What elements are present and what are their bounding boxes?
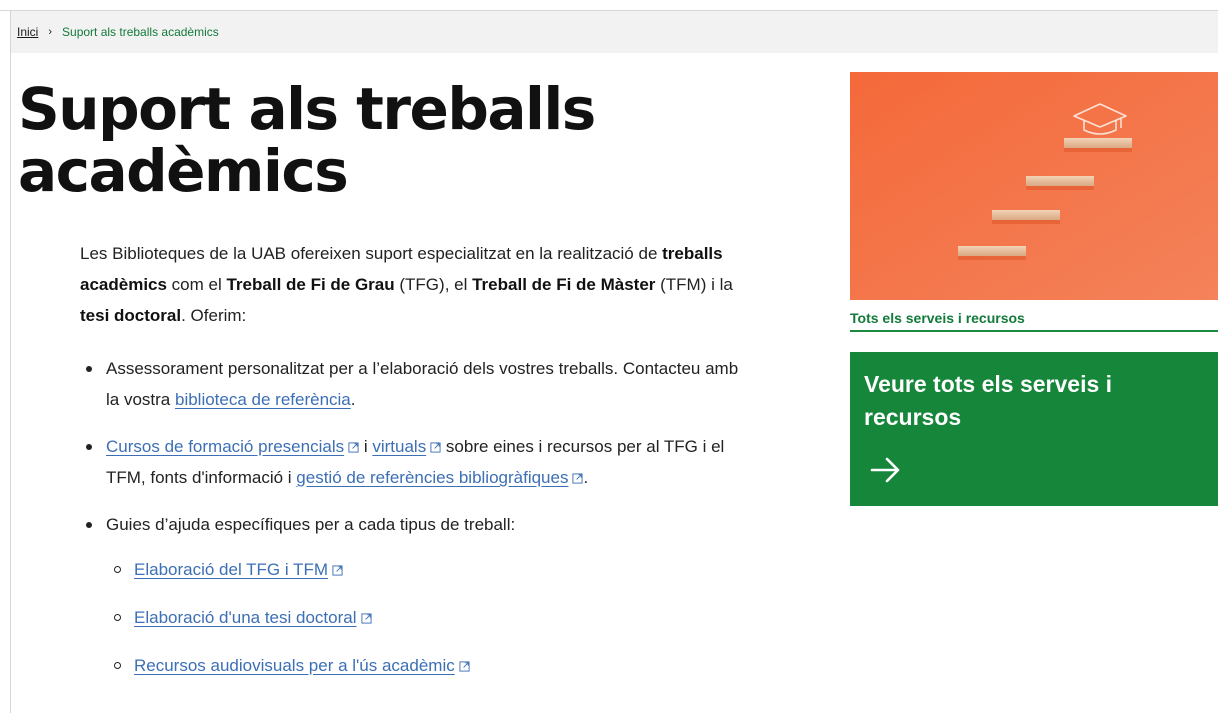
library-reference-link[interactable]: biblioteca de referència — [175, 390, 351, 409]
guide-tfg-tfm-link[interactable]: Elaboració del TFG i TFM — [134, 560, 328, 579]
bibliographic-references-link[interactable]: gestió de referències bibliogràfiques — [296, 468, 568, 487]
breadcrumb-current: Suport als treballs acadèmics — [62, 25, 219, 39]
external-link-icon — [361, 613, 372, 624]
breadcrumb: Inici › Suport als treballs acadèmics — [11, 11, 1218, 53]
intro-paragraph: Les Biblioteques de la UAB ofereixen sup… — [80, 244, 733, 325]
courses-link[interactable]: Cursos de formació presencials — [106, 437, 344, 456]
sidebar-label: Tots els serveis i recursos — [850, 310, 1218, 332]
page-title: Suport als treballs acadèmics — [18, 75, 596, 205]
main-content: Les Biblioteques de la UAB ofereixen sup… — [80, 238, 740, 698]
arrow-right-icon[interactable] — [870, 455, 902, 485]
external-link-icon — [348, 442, 359, 453]
guide-thesis-link[interactable]: Elaboració d'una tesi doctoral — [134, 608, 357, 627]
external-link-icon — [572, 473, 583, 484]
window-top-edge — [0, 0, 1218, 11]
sublist-item: Elaboració d'una tesi doctoral — [106, 602, 740, 633]
guide-audiovisual-link[interactable]: Recursos audiovisuals per a l'ús acadèmi… — [134, 656, 455, 675]
list-item: Cursos de formació presencials i virtual… — [80, 431, 740, 493]
guides-sublist: Elaboració del TFG i TFM Elaboració d'un… — [106, 554, 740, 681]
services-list: Assessorament personalitzat per a l’elab… — [80, 353, 740, 681]
sublist-item: Recursos audiovisuals per a l'ús acadèmi… — [106, 650, 740, 681]
list-item: Guies d’ajuda específiques per a cada ti… — [80, 509, 740, 681]
breadcrumb-separator: › — [48, 26, 53, 38]
list-item: Assessorament personalitzat per a l’elab… — [80, 353, 740, 415]
breadcrumb-home-link[interactable]: Inici — [17, 25, 38, 39]
all-services-card[interactable]: Veure tots els serveis i recursos — [850, 352, 1218, 506]
card-title[interactable]: Veure tots els serveis i recursos — [864, 368, 1194, 434]
external-link-icon — [332, 565, 343, 576]
sublist-item: Elaboració del TFG i TFM — [106, 554, 740, 585]
virtual-courses-link[interactable]: virtuals — [372, 437, 426, 456]
external-link-icon — [459, 661, 470, 672]
hero-stairs-image — [850, 72, 1218, 300]
window-left-edge — [10, 10, 11, 713]
external-link-icon — [430, 442, 441, 453]
